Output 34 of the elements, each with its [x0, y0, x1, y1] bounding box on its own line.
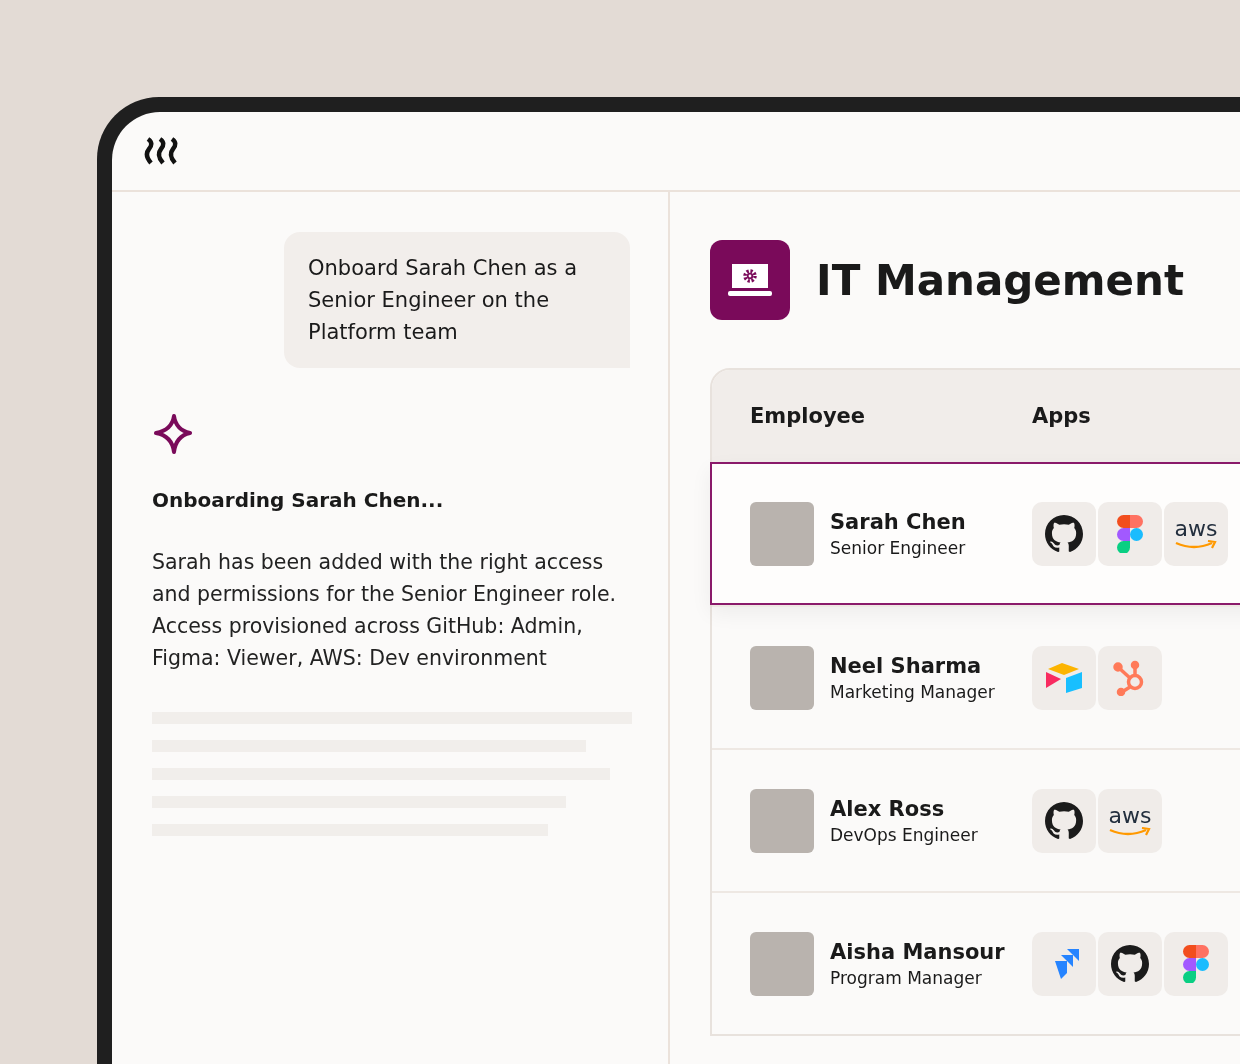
figma-icon — [1098, 501, 1162, 566]
avatar-placeholder — [750, 501, 814, 566]
column-header: Apps — [1032, 404, 1091, 428]
employee-row[interactable]: Sarah Chen Senior Engineer aws — [710, 462, 1240, 605]
jira-icon — [1032, 931, 1096, 996]
panel-title: IT Management — [816, 255, 1185, 305]
user-message: Onboard Sarah Chen as a Senior Engineer on the Platform team — [284, 232, 630, 368]
avatar-placeholder — [750, 931, 814, 996]
avatar-placeholder — [750, 645, 814, 710]
response-title: Onboarding Sarah Chen... — [152, 488, 445, 512]
airtable-icon — [1032, 645, 1096, 710]
response-text: Sarah has been added with the right access and permissions for the Senior Engineer role. Access provisioned across GitHub: Admin, Figma: Viewer, AWS: Dev environment — [152, 549, 618, 672]
laptop-gear-icon — [710, 240, 790, 320]
employee-row[interactable]: Aisha Mansour Program Manager — [712, 891, 1240, 1034]
employee-row[interactable]: Neel Sharma Marketing Manager — [712, 605, 1240, 748]
employee-name: Sarah Chen — [830, 509, 966, 534]
employee-name: Aisha Mansour — [830, 939, 1005, 964]
employee-role: Program Manager — [830, 967, 983, 988]
employee-role: Senior Engineer — [830, 537, 966, 558]
aws-logo: aws — [1098, 788, 1162, 853]
employee-role: DevOps Engineer — [830, 824, 978, 845]
avatar-placeholder — [750, 788, 814, 853]
figma-icon — [1164, 931, 1228, 996]
employee-role: Marketing Manager — [830, 681, 995, 702]
employee-row[interactable]: Alex Ross DevOps Engineer aws — [712, 748, 1240, 891]
column-header: Employee — [749, 404, 867, 428]
github-icon — [1098, 931, 1162, 996]
hubspot-icon — [1098, 645, 1162, 710]
employee-name: Neel Sharma — [830, 653, 983, 678]
sparkle-icon — [152, 414, 192, 454]
github-icon — [1032, 788, 1096, 853]
aws-logo: aws — [1164, 501, 1228, 566]
github-icon — [1032, 501, 1096, 566]
employee-name: Alex Ross — [830, 796, 946, 821]
